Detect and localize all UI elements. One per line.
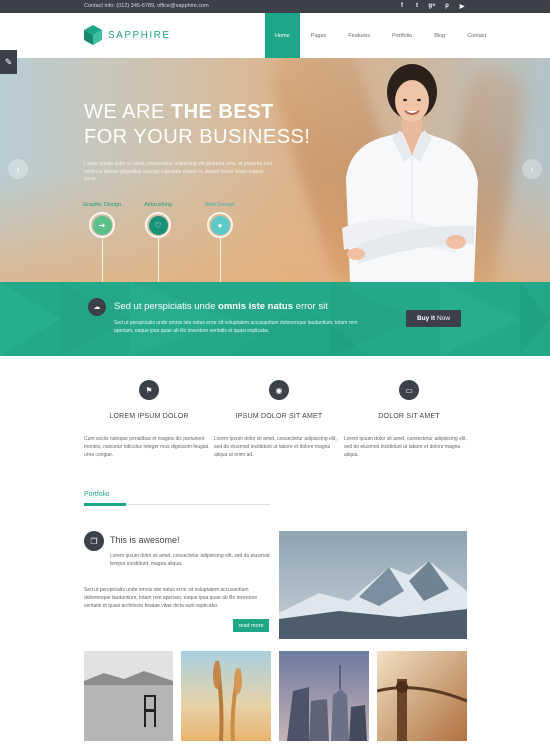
rope-image — [377, 651, 467, 741]
youtube-icon[interactable]: ▶ — [458, 2, 466, 10]
site-header: SAPPHIRE Home Pages Features Portfolio B… — [0, 13, 550, 58]
read-more-button[interactable]: read more — [233, 619, 269, 632]
facebook-icon[interactable]: f — [398, 2, 406, 10]
pinterest-icon[interactable]: p — [443, 2, 451, 10]
hero-heading-part: WE ARE — [84, 101, 171, 123]
nav-contact[interactable]: Contact — [456, 13, 497, 58]
nav-portfolio[interactable]: Portfolio — [381, 13, 423, 58]
social-links: f t g+ p ▶ — [398, 2, 466, 10]
skill-graphic-design[interactable]: Graphic Design ➔ — [72, 202, 132, 282]
logo-icon — [84, 25, 102, 45]
skill-label: Graphic Design — [83, 202, 121, 208]
feature-card: ▭ DOLOR SIT AMET Lorem ipsum dolor sit a… — [344, 380, 474, 459]
buy-label-rest: Now — [437, 315, 451, 322]
feature-text: Cum sociis natoque penatibus et magnis d… — [84, 436, 209, 458]
promo-heading-bold: omnis iste natus — [218, 301, 294, 312]
feature-title: DOLOR SIT AMET — [378, 413, 440, 420]
skill-line — [157, 238, 159, 282]
google-plus-icon[interactable]: g+ — [428, 2, 436, 10]
chat-icon: ● — [210, 215, 230, 235]
nav-pages[interactable]: Pages — [300, 13, 338, 58]
skill-ring: ♡ — [145, 212, 171, 238]
nav-home[interactable]: Home — [265, 13, 300, 58]
slider-prev-button[interactable]: ‹ — [8, 159, 28, 179]
main-nav: Home Pages Features Portfolio Blog Conta… — [265, 13, 497, 58]
portfolio-divider-accent — [84, 503, 126, 506]
portfolio-image-wheat[interactable] — [181, 651, 271, 741]
nav-features[interactable]: Features — [337, 13, 381, 58]
hero-heading-line2: FOR YOUR BUSINESS! — [84, 126, 311, 148]
skill-line — [219, 238, 221, 282]
feature-card: ⚑ LOREM IPSUM DOLOR Cum sociis natoque p… — [84, 380, 214, 459]
portfolio-image-mountain[interactable] — [279, 531, 467, 639]
pencil-icon[interactable]: ✎ — [0, 50, 17, 74]
folder-icon: ▭ — [399, 380, 419, 400]
promo-heading: Sed ut perspiciatis unde omnis iste natu… — [114, 301, 328, 312]
arrow-right-icon: ➔ — [92, 215, 112, 235]
buy-it-now-button[interactable]: Buy It Now — [406, 310, 461, 327]
skill-ring: ● — [207, 212, 233, 238]
lightbulb-icon: ◉ — [269, 380, 289, 400]
top-bar: Contact info: (012) 345-6789, office@sap… — [0, 0, 550, 13]
city-image — [279, 651, 369, 741]
promo-banner: ☁ Sed ut perspiciatis unde omnis iste na… — [0, 282, 550, 356]
promo-heading-part: Sed ut perspiciatis unde — [114, 301, 219, 312]
skill-label: Web Design — [205, 202, 235, 208]
slider-next-button[interactable]: › — [522, 159, 542, 179]
portfolio-image-lake[interactable] — [84, 651, 173, 741]
documents-icon: ❐ — [84, 531, 104, 551]
skill-label: Airbrushing — [144, 202, 172, 208]
hero-heading-bold: THE BEST — [170, 101, 274, 123]
portfolio-image-city[interactable] — [279, 651, 369, 741]
features-section: ⚑ LOREM IPSUM DOLOR Cum sociis natoque p… — [0, 356, 550, 476]
feature-card: ◉ IPSUM DOLOR SIT AMET Lorem ipsum dolor… — [214, 380, 344, 459]
flag-icon: ⚑ — [139, 380, 159, 400]
heart-icon: ♡ — [148, 215, 168, 235]
mountain-image — [279, 531, 467, 639]
hero-lead-text: Lorem ipsum dolor sit amet, consectetur … — [84, 161, 272, 182]
skill-ring: ➔ — [89, 212, 115, 238]
skill-web-design[interactable]: Web Design ● — [190, 202, 250, 282]
portfolio-heading[interactable]: Portfolio — [84, 491, 110, 498]
twitter-icon[interactable]: t — [413, 2, 421, 10]
feature-text: Lorem ipsum dolor sit amet, consectetur … — [214, 436, 337, 458]
hero-person-image — [342, 64, 478, 282]
feature-title: LOREM IPSUM DOLOR — [109, 413, 189, 420]
hero-slider: WE ARE THE BEST FOR YOUR BUSINESS! Lorem… — [0, 58, 550, 282]
promo-text: Sed ut perspiciatis unde omnis iste natu… — [114, 320, 358, 334]
portfolio-image-rope[interactable] — [377, 651, 467, 741]
portfolio-item-subtitle: Lorem ipsum dolor sit amet, consectetur … — [110, 553, 270, 567]
promo-heading-part: error sit — [293, 301, 328, 312]
feature-title: IPSUM DOLOR SIT AMET — [235, 413, 323, 420]
logo[interactable]: SAPPHIRE — [84, 25, 171, 45]
skill-airbrushing[interactable]: Airbrushing ♡ — [128, 202, 188, 282]
hero-heading-line1: WE ARE THE BEST — [84, 101, 274, 124]
brand-name: SAPPHIRE — [108, 29, 171, 41]
wheat-image — [181, 651, 271, 741]
skill-line — [101, 238, 103, 282]
contact-info: Contact info: (012) 345-6789, office@sap… — [84, 3, 209, 9]
lake-chair-image — [84, 651, 173, 741]
feature-text: Lorem ipsum dolor sit amet, consectetur … — [344, 436, 467, 458]
nav-blog[interactable]: Blog — [423, 13, 456, 58]
portfolio-item-text: Sed ut perspiciatis unde omnis iste natu… — [84, 587, 258, 609]
portfolio-item-title: This is awesome! — [110, 535, 180, 545]
cloud-download-icon: ☁ — [88, 298, 106, 316]
buy-label-bold: Buy It — [416, 315, 436, 322]
